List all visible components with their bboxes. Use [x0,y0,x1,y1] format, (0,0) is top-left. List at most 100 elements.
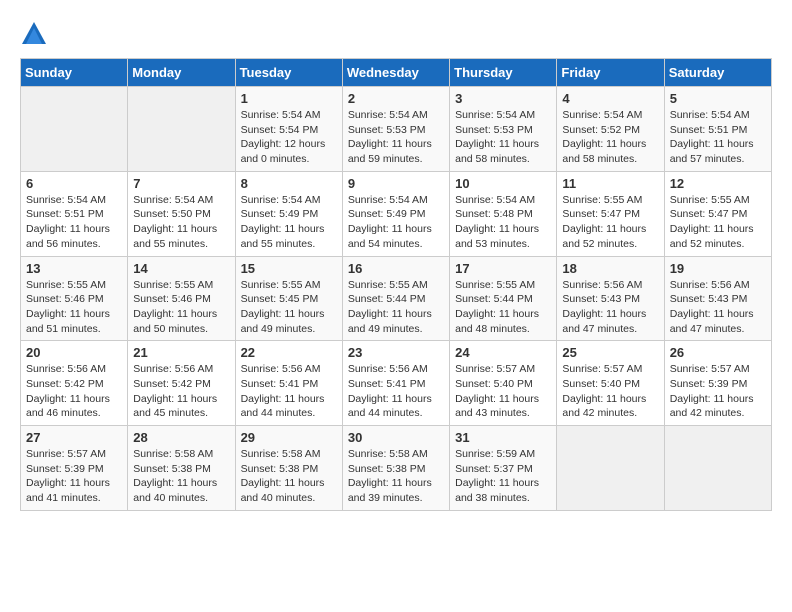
day-info: Sunrise: 5:57 AM Sunset: 5:40 PM Dayligh… [455,362,551,421]
day-info: Sunrise: 5:54 AM Sunset: 5:51 PM Dayligh… [670,108,766,167]
calendar-cell: 20 Sunrise: 5:56 AM Sunset: 5:42 PM Dayli… [21,341,128,426]
calendar-week-3: 13Sunrise: 5:55 AM Sunset: 5:46 PM Dayli… [21,256,772,341]
day-info: Sunrise: 5:55 AM Sunset: 5:46 PM Dayligh… [133,278,229,337]
day-number: 27 [26,430,122,445]
calendar-cell: 31 Sunrise: 5:59 AM Sunset: 5:37 PM Dayli… [450,426,557,511]
day-number: 19 [670,261,766,276]
calendar-table: SundayMondayTuesdayWednesdayThursdayFrid… [20,58,772,511]
calendar-week-5: 27 Sunrise: 5:57 AM Sunset: 5:39 PM Dayli… [21,426,772,511]
calendar-cell: 19 Sunrise: 5:56 AM Sunset: 5:43 PM Dayli… [664,256,771,341]
day-info: Sunrise: 5:55 AM Sunset: 5:44 PM Dayligh… [348,278,444,337]
page-header [20,20,772,48]
calendar-week-2: 6 Sunrise: 5:54 AM Sunset: 5:51 PM Daylig… [21,171,772,256]
calendar-cell [557,426,664,511]
day-number: 21 [133,345,229,360]
weekday-row: SundayMondayTuesdayWednesdayThursdayFrid… [21,59,772,87]
weekday-header-monday: Monday [128,59,235,87]
day-info: Sunrise: 5:58 AM Sunset: 5:38 PM Dayligh… [241,447,337,506]
calendar-cell: 27 Sunrise: 5:57 AM Sunset: 5:39 PM Dayli… [21,426,128,511]
calendar-cell: 24 Sunrise: 5:57 AM Sunset: 5:40 PM Dayli… [450,341,557,426]
logo-icon [20,20,48,48]
calendar-cell: 22 Sunrise: 5:56 AM Sunset: 5:41 PM Dayli… [235,341,342,426]
calendar-body: 1 Sunrise: 5:54 AM Sunset: 5:54 PM Daylig… [21,87,772,511]
calendar-cell: 29 Sunrise: 5:58 AM Sunset: 5:38 PM Dayli… [235,426,342,511]
day-number: 26 [670,345,766,360]
calendar-header: SundayMondayTuesdayWednesdayThursdayFrid… [21,59,772,87]
day-number: 25 [562,345,658,360]
day-info: Sunrise: 5:54 AM Sunset: 5:52 PM Dayligh… [562,108,658,167]
calendar-cell: 25Sunrise: 5:57 AM Sunset: 5:40 PM Dayli… [557,341,664,426]
day-number: 4 [562,91,658,106]
weekday-header-friday: Friday [557,59,664,87]
day-info: Sunrise: 5:56 AM Sunset: 5:43 PM Dayligh… [562,278,658,337]
day-info: Sunrise: 5:54 AM Sunset: 5:51 PM Dayligh… [26,193,122,252]
day-info: Sunrise: 5:56 AM Sunset: 5:42 PM Dayligh… [26,362,122,421]
day-number: 2 [348,91,444,106]
calendar-cell: 10Sunrise: 5:54 AM Sunset: 5:48 PM Dayli… [450,171,557,256]
day-info: Sunrise: 5:55 AM Sunset: 5:46 PM Dayligh… [26,278,122,337]
calendar-cell: 30 Sunrise: 5:58 AM Sunset: 5:38 PM Dayli… [342,426,449,511]
day-info: Sunrise: 5:58 AM Sunset: 5:38 PM Dayligh… [348,447,444,506]
day-info: Sunrise: 5:59 AM Sunset: 5:37 PM Dayligh… [455,447,551,506]
calendar-cell: 2 Sunrise: 5:54 AM Sunset: 5:53 PM Daylig… [342,87,449,172]
calendar-cell: 28 Sunrise: 5:58 AM Sunset: 5:38 PM Dayli… [128,426,235,511]
calendar-cell: 8Sunrise: 5:54 AM Sunset: 5:49 PM Daylig… [235,171,342,256]
calendar-cell: 1 Sunrise: 5:54 AM Sunset: 5:54 PM Daylig… [235,87,342,172]
calendar-cell [128,87,235,172]
calendar-cell: 13Sunrise: 5:55 AM Sunset: 5:46 PM Dayli… [21,256,128,341]
day-info: Sunrise: 5:55 AM Sunset: 5:47 PM Dayligh… [562,193,658,252]
day-number: 11 [562,176,658,191]
day-number: 14 [133,261,229,276]
calendar-cell: 15 Sunrise: 5:55 AM Sunset: 5:45 PM Dayli… [235,256,342,341]
calendar-cell: 16 Sunrise: 5:55 AM Sunset: 5:44 PM Dayli… [342,256,449,341]
day-number: 1 [241,91,337,106]
calendar-cell: 14 Sunrise: 5:55 AM Sunset: 5:46 PM Dayli… [128,256,235,341]
day-number: 28 [133,430,229,445]
day-info: Sunrise: 5:56 AM Sunset: 5:43 PM Dayligh… [670,278,766,337]
day-number: 31 [455,430,551,445]
day-number: 10 [455,176,551,191]
calendar-cell: 3 Sunrise: 5:54 AM Sunset: 5:53 PM Daylig… [450,87,557,172]
calendar-cell: 5 Sunrise: 5:54 AM Sunset: 5:51 PM Daylig… [664,87,771,172]
day-info: Sunrise: 5:56 AM Sunset: 5:41 PM Dayligh… [348,362,444,421]
calendar-cell: 17Sunrise: 5:55 AM Sunset: 5:44 PM Dayli… [450,256,557,341]
day-number: 6 [26,176,122,191]
calendar-cell [21,87,128,172]
day-info: Sunrise: 5:54 AM Sunset: 5:49 PM Dayligh… [348,193,444,252]
weekday-header-saturday: Saturday [664,59,771,87]
day-number: 15 [241,261,337,276]
day-number: 20 [26,345,122,360]
day-info: Sunrise: 5:57 AM Sunset: 5:39 PM Dayligh… [26,447,122,506]
day-info: Sunrise: 5:54 AM Sunset: 5:53 PM Dayligh… [455,108,551,167]
day-info: Sunrise: 5:55 AM Sunset: 5:44 PM Dayligh… [455,278,551,337]
day-info: Sunrise: 5:56 AM Sunset: 5:41 PM Dayligh… [241,362,337,421]
day-info: Sunrise: 5:55 AM Sunset: 5:45 PM Dayligh… [241,278,337,337]
weekday-header-thursday: Thursday [450,59,557,87]
day-number: 9 [348,176,444,191]
day-number: 12 [670,176,766,191]
weekday-header-tuesday: Tuesday [235,59,342,87]
calendar-cell: 9 Sunrise: 5:54 AM Sunset: 5:49 PM Daylig… [342,171,449,256]
day-number: 30 [348,430,444,445]
day-info: Sunrise: 5:54 AM Sunset: 5:53 PM Dayligh… [348,108,444,167]
day-number: 18 [562,261,658,276]
weekday-header-sunday: Sunday [21,59,128,87]
day-info: Sunrise: 5:54 AM Sunset: 5:50 PM Dayligh… [133,193,229,252]
day-number: 22 [241,345,337,360]
day-number: 5 [670,91,766,106]
calendar-cell: 7 Sunrise: 5:54 AM Sunset: 5:50 PM Daylig… [128,171,235,256]
day-number: 3 [455,91,551,106]
calendar-cell: 4 Sunrise: 5:54 AM Sunset: 5:52 PM Daylig… [557,87,664,172]
day-info: Sunrise: 5:54 AM Sunset: 5:54 PM Dayligh… [241,108,337,167]
day-number: 24 [455,345,551,360]
day-info: Sunrise: 5:58 AM Sunset: 5:38 PM Dayligh… [133,447,229,506]
calendar-cell: 6 Sunrise: 5:54 AM Sunset: 5:51 PM Daylig… [21,171,128,256]
day-number: 29 [241,430,337,445]
weekday-header-wednesday: Wednesday [342,59,449,87]
logo [20,20,52,48]
calendar-week-1: 1 Sunrise: 5:54 AM Sunset: 5:54 PM Daylig… [21,87,772,172]
day-number: 7 [133,176,229,191]
calendar-cell [664,426,771,511]
calendar-cell: 21Sunrise: 5:56 AM Sunset: 5:42 PM Dayli… [128,341,235,426]
day-number: 16 [348,261,444,276]
